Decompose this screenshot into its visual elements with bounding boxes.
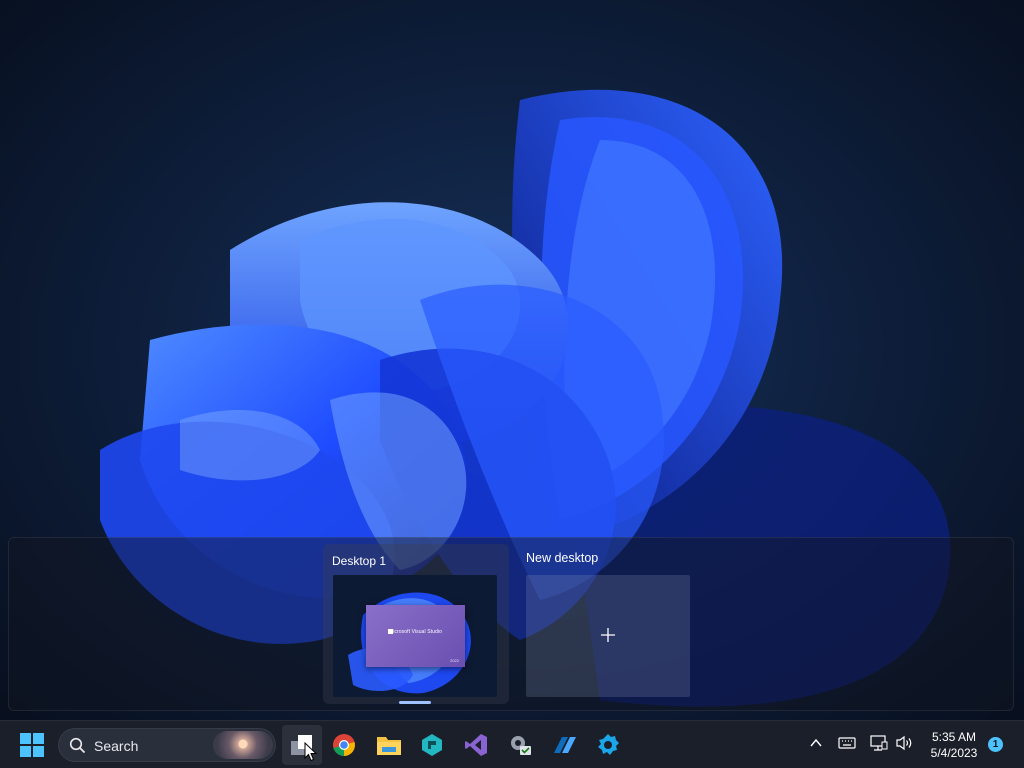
new-desktop-button[interactable]	[526, 575, 690, 697]
taskbar: Search 5:35 AM 5/4/2023 1	[0, 720, 1024, 768]
tool-app-button[interactable]	[412, 725, 452, 765]
window-title: Microsoft Visual Studio	[388, 629, 443, 635]
tool-app-icon	[422, 734, 442, 756]
chrome-button[interactable]	[324, 725, 364, 765]
taskbar-search-box[interactable]: Search	[58, 728, 276, 762]
chevron-up-icon[interactable]	[808, 735, 824, 751]
start-button[interactable]	[12, 725, 52, 765]
windows-logo-icon	[20, 733, 44, 757]
mouse-cursor-icon	[304, 742, 318, 762]
file-explorer-button[interactable]	[368, 725, 408, 765]
desktop-1-card[interactable]: Desktop 1 Microsoft Visual Studio 2022	[323, 544, 509, 704]
notification-badge[interactable]: 1	[988, 737, 1003, 752]
visual-studio-icon	[465, 734, 487, 756]
search-icon	[69, 737, 86, 754]
file-explorer-icon	[377, 737, 401, 755]
plus-icon	[601, 628, 615, 642]
visual-studio-window-preview[interactable]: Microsoft Visual Studio 2022	[366, 605, 465, 667]
new-desktop-card[interactable]: New desktop	[525, 544, 695, 704]
new-desktop-label[interactable]: New desktop	[526, 551, 598, 565]
virtual-desktops-strip: Desktop 1 Microsoft Visual Studio 2022 N…	[8, 537, 1014, 711]
gear-app-icon	[598, 734, 619, 755]
power-automate-icon	[554, 737, 576, 753]
power-automate-button[interactable]	[544, 725, 584, 765]
clock-date: 5/4/2023	[930, 746, 978, 760]
active-desktop-indicator	[399, 701, 431, 704]
search-highlight-image	[213, 731, 273, 759]
chrome-icon	[333, 734, 355, 756]
keyboard-icon[interactable]	[838, 735, 856, 751]
desktop-1-thumbnail[interactable]: Microsoft Visual Studio 2022	[333, 575, 497, 697]
settings-tool-button[interactable]	[500, 725, 540, 765]
volume-icon[interactable]	[896, 735, 914, 751]
desktop-1-label[interactable]: Desktop 1	[332, 554, 386, 568]
window-version: 2022	[450, 658, 459, 663]
settings-check-icon	[511, 736, 531, 755]
configuration-app-button[interactable]	[588, 725, 628, 765]
clock-time: 5:35 AM	[931, 730, 977, 744]
visual-studio-button[interactable]	[456, 725, 496, 765]
taskbar-clock[interactable]: 5:35 AM 5/4/2023	[925, 729, 983, 761]
network-icon[interactable]	[870, 735, 888, 751]
search-label: Search	[94, 738, 139, 754]
